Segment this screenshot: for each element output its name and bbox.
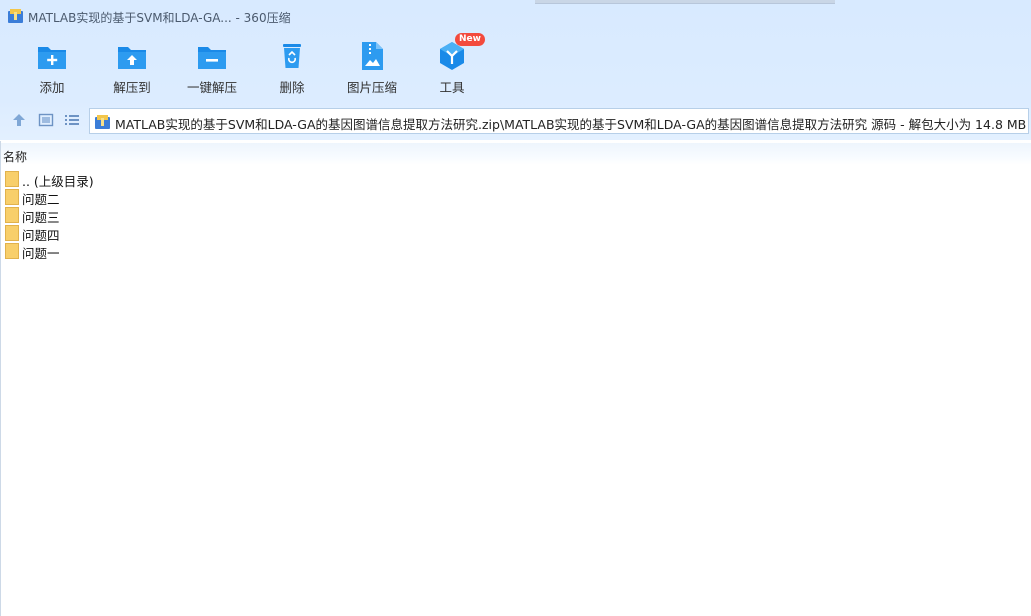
delete-button[interactable]: 删除 [252,38,332,98]
archive-icon [8,9,23,23]
toolbar: 添加 解压到 一键解压 删除 图片压缩 New 工具 [0,33,1031,98]
path-text: MATLAB实现的基于SVM和LDA-GA的基因图谱信息提取方法研究.zip\M… [115,117,1027,132]
up-arrow-icon[interactable] [11,112,27,128]
folder-add-icon [38,47,66,69]
folder-oneclick-icon [198,47,226,69]
folder-icon [5,207,19,223]
path-bar[interactable]: MATLAB实现的基于SVM和LDA-GA的基因图谱信息提取方法研究.zip\M… [89,108,1029,134]
extract-to-button[interactable]: 解压到 [92,38,172,98]
folder-icon [5,225,19,241]
window-title: MATLAB实现的基于SVM和LDA-GA... - 360压缩 [28,11,291,25]
image-compress-icon [362,42,383,70]
list-item-label: 问题一 [22,246,60,261]
folder-icon [5,243,19,259]
folder-extract-icon [118,47,146,69]
folder-icon [5,171,19,187]
thumbnail-view-icon[interactable] [38,112,54,128]
list-item[interactable]: 问题二 [5,188,305,207]
trash-icon [283,44,301,68]
one-click-extract-label: 一键解压 [186,80,237,95]
navigation-row: MATLAB实现的基于SVM和LDA-GA的基因图谱信息提取方法研究.zip\M… [0,106,1031,136]
tools-label: 工具 [439,80,465,95]
title-bar: MATLAB实现的基于SVM和LDA-GA... - 360压缩 [0,0,1031,32]
column-header-name[interactable]: 名称 [3,148,27,165]
list-item-parent[interactable]: .. (上级目录) [5,170,305,189]
extract-to-label: 解压到 [113,80,151,95]
add-button[interactable]: 添加 [12,38,92,98]
folder-icon [5,189,19,205]
new-badge: New [455,33,485,46]
list-header: 名称 [1,143,1031,165]
archive-icon [95,115,110,129]
image-compress-label: 图片压缩 [346,80,397,95]
delete-label: 删除 [279,80,305,95]
image-compress-button[interactable]: 图片压缩 [332,38,412,98]
list-item[interactable]: 问题三 [5,206,305,225]
one-click-extract-button[interactable]: 一键解压 [172,38,252,98]
list-item[interactable]: 问题一 [5,242,305,261]
add-label: 添加 [39,80,65,95]
tools-button[interactable]: New 工具 [412,33,492,98]
file-list: 名称 .. (上级目录) 问题二 问题三 问题四 问题一 [0,141,1031,616]
list-view-icon[interactable] [64,112,80,128]
list-item[interactable]: 问题四 [5,224,305,243]
